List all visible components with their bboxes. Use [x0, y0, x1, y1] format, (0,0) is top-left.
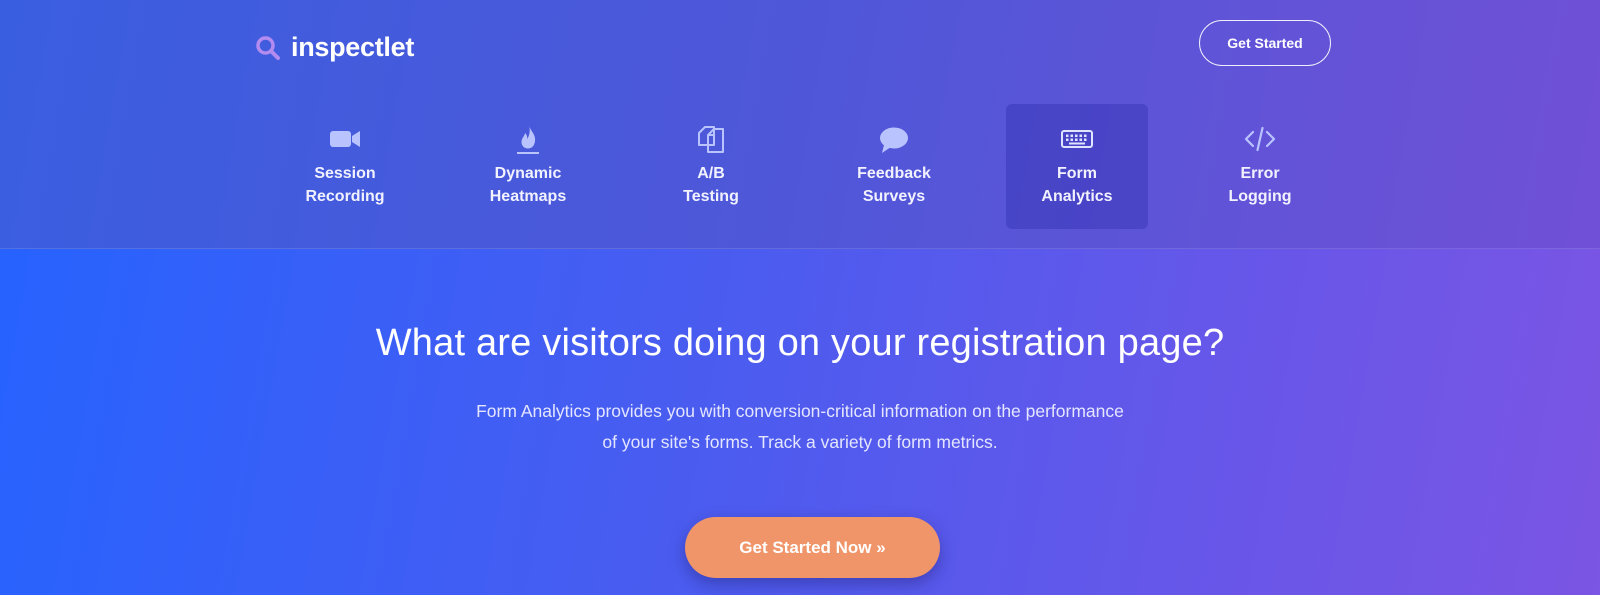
nav-label-line1: A/B [697, 165, 725, 182]
hero-subtitle-line1: Form Analytics provides you with convers… [476, 401, 1124, 421]
nav-label-line1: Feedback [857, 165, 931, 182]
feature-nav: Session Recording Dynamic Heatmaps A/B T… [0, 104, 1600, 229]
search-logo-icon [255, 35, 281, 61]
nav-item-form-analytics[interactable]: Form Analytics [1006, 104, 1148, 229]
hero-subtitle-line2: of your site's forms. Track a variety of… [602, 432, 998, 452]
nav-label-line1: Form [1057, 165, 1097, 182]
nav-label-line2: Analytics [1041, 188, 1113, 205]
nav-label-line2: Surveys [862, 188, 926, 205]
nav-label-line2: Heatmaps [489, 188, 567, 205]
copy-pages-icon [694, 122, 728, 156]
keyboard-icon [1060, 122, 1094, 156]
nav-label-line2: Logging [1228, 188, 1292, 205]
nav-item-feedback-surveys[interactable]: Feedback Surveys [823, 104, 965, 229]
nav-label-line1: Session [314, 165, 376, 182]
nav-label-line2: Recording [305, 188, 385, 205]
code-icon [1243, 122, 1277, 156]
get-started-button[interactable]: Get Started [1199, 20, 1331, 66]
hero-subtitle: Form Analytics provides you with convers… [400, 396, 1200, 458]
logo-text: inspectlet [291, 32, 415, 62]
video-camera-icon [328, 122, 362, 156]
nav-item-session-recording[interactable]: Session Recording [274, 104, 416, 229]
nav-label-line1: Error [1240, 165, 1280, 182]
flame-icon [511, 122, 545, 156]
logo[interactable]: inspectlet [255, 32, 414, 63]
speech-bubble-icon [877, 122, 911, 156]
site-header: inspectlet Get Started Session Recording [0, 0, 1600, 249]
get-started-now-button[interactable]: Get Started Now » [685, 517, 940, 578]
nav-label-line1: Dynamic [494, 165, 562, 182]
nav-item-dynamic-heatmaps[interactable]: Dynamic Heatmaps [457, 104, 599, 229]
nav-item-ab-testing[interactable]: A/B Testing [640, 104, 782, 229]
hero-title: What are visitors doing on your registra… [375, 322, 1225, 364]
nav-label-line2: Testing [683, 188, 739, 205]
nav-item-error-logging[interactable]: Error Logging [1189, 104, 1331, 229]
